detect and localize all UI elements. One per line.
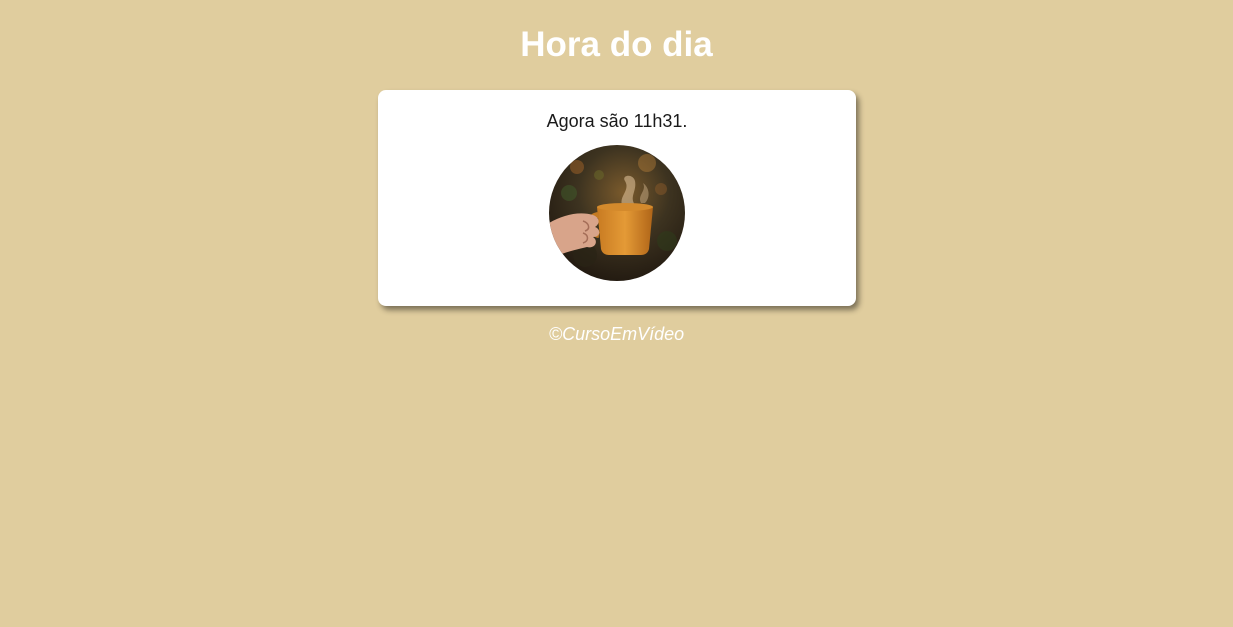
footer-credit: ©CursoEmVídeo: [548, 324, 685, 344]
time-message: Agora são 11h31.: [546, 111, 688, 131]
coffee-cup-image: [549, 145, 685, 281]
page: Hora do dia Agora são 11h31. ©CursoEmVíd…: [0, 0, 1233, 627]
time-card: Agora são 11h31.: [378, 90, 856, 306]
page-title: Hora do dia: [520, 25, 713, 64]
coffee-cup-photo: [549, 145, 685, 281]
